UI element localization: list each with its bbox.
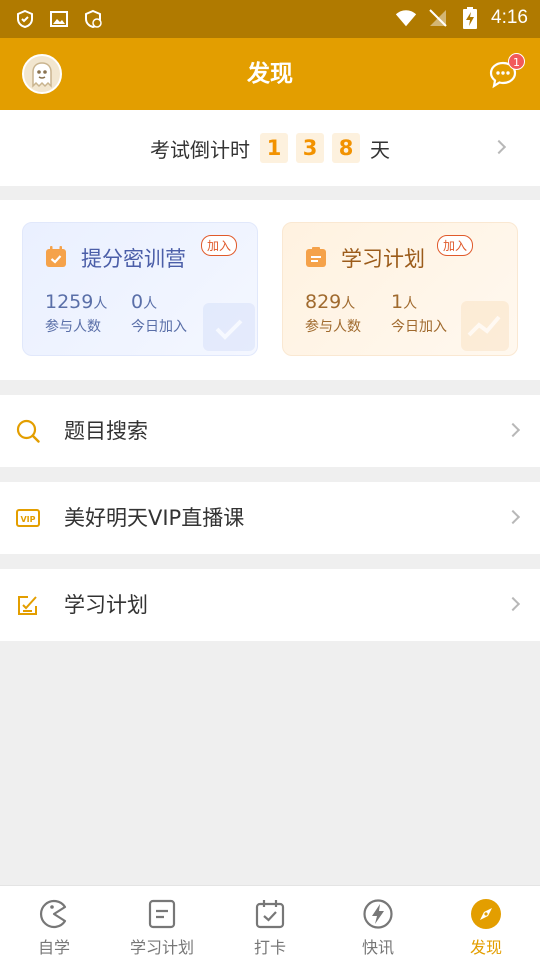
list-item-vip-live[interactable]: VIP 美好明天VIP直播课 [0, 482, 540, 554]
chart-decoration-icon [461, 301, 509, 351]
bottom-tab-bar: 自学 学习计划 打卡 快讯 发现 [0, 885, 540, 960]
list-item-label: 美好明天VIP直播课 [64, 506, 245, 530]
svg-text:VIP: VIP [20, 515, 35, 524]
stat-number: 0 [131, 291, 144, 313]
chevron-right-icon [505, 596, 521, 612]
stat-label: 今日加入 [131, 319, 187, 335]
tab-check-in[interactable]: 打卡 [216, 886, 324, 960]
list-item-question-search[interactable]: 题目搜索 [0, 395, 540, 467]
pacman-icon [40, 899, 67, 929]
lightning-icon [363, 899, 393, 929]
tab-label: 打卡 [253, 938, 286, 957]
status-bar: 4:16 [0, 0, 540, 38]
stat-unit: 人 [143, 296, 158, 312]
stat-number: 829 [305, 291, 342, 313]
tab-news[interactable]: 快讯 [324, 886, 432, 960]
stat-number: 1 [391, 291, 404, 313]
calendar-check-icon [255, 900, 285, 929]
wifi-icon [395, 7, 417, 29]
study-plan-card[interactable]: 学习计划 加入 829人 参与人数 1人 今日加入 [282, 222, 518, 356]
image-notification-icon [48, 8, 70, 30]
tab-label: 发现 [469, 938, 502, 957]
tab-study-plan[interactable]: 学习计划 [108, 886, 216, 960]
countdown-digit: 1 [260, 133, 288, 163]
list-item-label: 题目搜索 [64, 419, 148, 443]
countdown-label: 考试倒计时 [150, 137, 250, 162]
vip-icon: VIP [16, 509, 40, 527]
app-header: 发现 1 [0, 38, 540, 110]
page-title: 发现 [247, 61, 293, 87]
list-item-study-plan[interactable]: 学习计划 [0, 569, 540, 641]
today-joined-stat: 1人 今日加入 [391, 291, 447, 336]
message-badge: 1 [508, 53, 525, 70]
message-button[interactable]: 1 [488, 53, 525, 90]
countdown-digit: 8 [332, 133, 360, 163]
card-title: 学习计划 [341, 247, 425, 271]
tab-label: 快讯 [361, 938, 394, 957]
stat-label: 参与人数 [305, 319, 361, 335]
tab-self-study[interactable]: 自学 [0, 886, 108, 960]
exam-countdown[interactable]: 考试倒计时 1 3 8 天 [0, 110, 540, 186]
list-item-label: 学习计划 [64, 593, 148, 617]
tab-discover[interactable]: 发现 [432, 886, 540, 960]
edit-icon [18, 596, 37, 615]
shield-notification-icon [14, 8, 36, 30]
join-button[interactable]: 加入 [201, 235, 238, 256]
countdown-digit: 3 [296, 133, 324, 163]
chevron-right-icon [505, 509, 521, 525]
tab-label: 学习计划 [129, 938, 194, 957]
training-camp-card[interactable]: 提分密训营 加入 1259人 参与人数 0人 今日加入 [22, 222, 258, 356]
countdown-unit: 天 [370, 137, 390, 162]
stat-unit: 人 [341, 296, 356, 312]
document-icon [148, 899, 176, 929]
card-title: 提分密训营 [81, 247, 186, 271]
participants-stat: 1259人 参与人数 [45, 291, 107, 336]
avatar[interactable] [22, 54, 62, 94]
stat-label: 参与人数 [45, 319, 101, 335]
calendar-check-icon [46, 246, 66, 267]
no-signal-icon [427, 7, 449, 29]
ghost-avatar-icon [32, 62, 52, 88]
stat-unit: 人 [403, 296, 418, 312]
participants-stat: 829人 参与人数 [305, 291, 361, 336]
compass-icon [471, 899, 501, 929]
calendar-decoration-icon [203, 303, 255, 351]
today-joined-stat: 0人 今日加入 [131, 291, 187, 336]
battery-charging-icon [459, 7, 481, 29]
stat-label: 今日加入 [391, 319, 447, 335]
feature-cards: 提分密训营 加入 1259人 参与人数 0人 今日加入 学习计划 加入 829人… [0, 200, 540, 380]
shield-sync-icon [82, 8, 104, 30]
tab-label: 自学 [37, 938, 70, 957]
chevron-right-icon [505, 422, 521, 438]
status-time: 4:16 [491, 7, 528, 28]
search-icon [16, 419, 40, 443]
join-button[interactable]: 加入 [437, 235, 474, 256]
clipboard-icon [306, 247, 326, 267]
stat-number: 1259 [45, 291, 94, 313]
stat-unit: 人 [93, 296, 108, 312]
